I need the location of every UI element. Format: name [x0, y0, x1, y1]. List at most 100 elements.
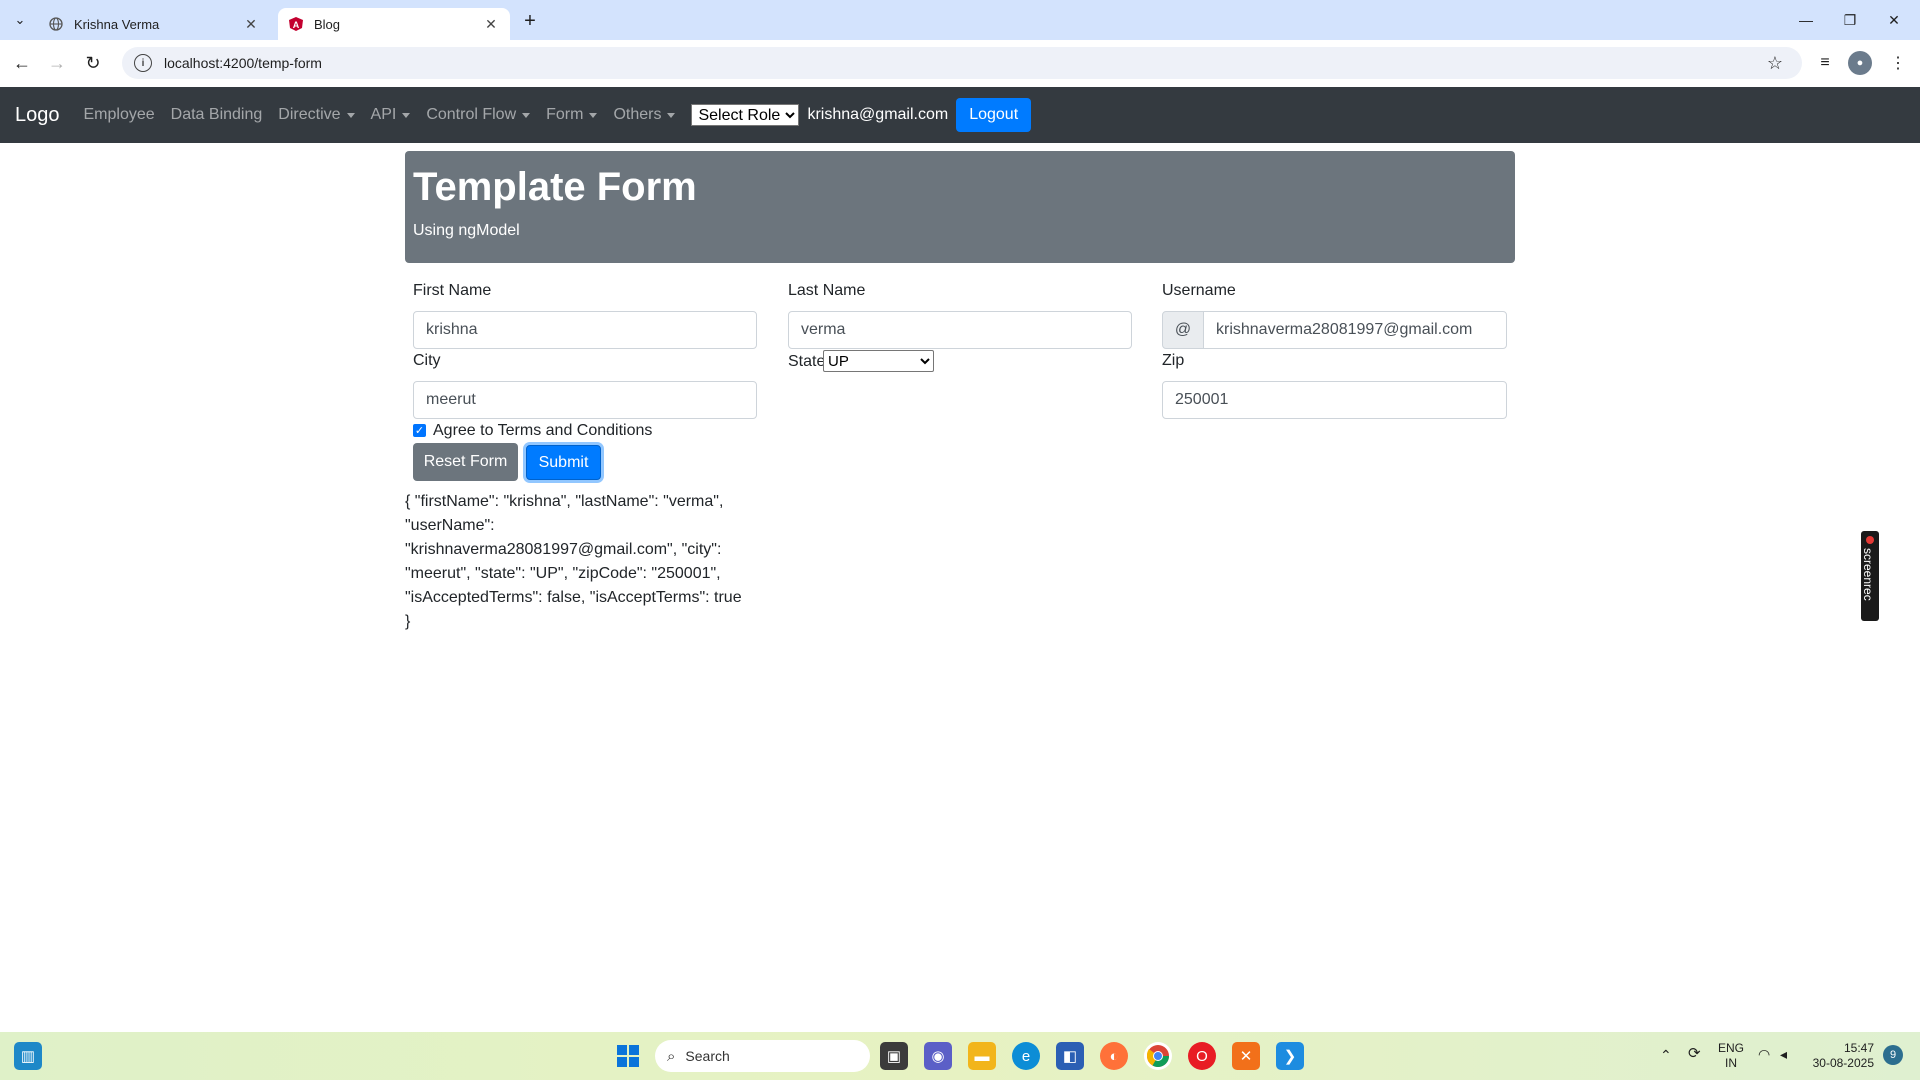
nav-others-dropdown[interactable]: Others — [613, 106, 676, 124]
profile-avatar[interactable]: ● — [1848, 51, 1872, 75]
address-bar[interactable]: i localhost:4200/temp-form — [122, 47, 1802, 79]
first-name-label: First Name — [413, 282, 492, 299]
screenrec-label: screenrec — [1861, 548, 1875, 601]
screenrec-widget[interactable]: screenrec — [1861, 531, 1879, 621]
globe-icon — [48, 16, 64, 32]
at-prepend: @ — [1162, 311, 1204, 349]
terms-checkbox[interactable]: ✓ — [413, 424, 426, 437]
time: 15:47 — [1843, 1041, 1874, 1055]
language-indicator[interactable]: ENG IN — [1716, 1041, 1746, 1071]
page-header: Template Form Using ngModel — [405, 151, 1515, 263]
restore-icon[interactable]: ❐ — [1830, 6, 1870, 34]
more-menu-icon[interactable]: ⋮ — [1884, 49, 1912, 77]
task-view-icon[interactable]: ▣ — [880, 1042, 908, 1070]
nav-label: Control Flow — [426, 106, 517, 123]
caret-down-icon — [667, 112, 676, 118]
browser-tab-krishna-verma[interactable]: Krishna Verma ✕ — [38, 8, 270, 40]
nav-label: Form — [546, 106, 584, 123]
terms-label[interactable]: Agree to Terms and Conditions — [433, 422, 652, 440]
nav-label: API — [370, 106, 397, 123]
close-icon[interactable]: ✕ — [242, 15, 260, 33]
form-json-output: { "firstName": "krishna", "lastName": "v… — [405, 493, 742, 630]
caret-down-icon — [522, 112, 531, 118]
vscode-icon[interactable]: ❯ — [1276, 1042, 1304, 1070]
store-icon[interactable]: ◧ — [1056, 1042, 1084, 1070]
browser-tab-bar: ⌄ Krishna Verma ✕ A Blog ✕ + — ❐ ✕ — [0, 0, 1920, 40]
nav-form-dropdown[interactable]: Form — [546, 106, 598, 124]
browser-tab-blog[interactable]: A Blog ✕ — [278, 8, 510, 40]
submit-button[interactable]: Submit — [526, 445, 601, 480]
teams-icon[interactable]: ◉ — [924, 1042, 952, 1070]
back-arrow-icon[interactable]: ← — [8, 49, 36, 77]
nav-api-dropdown[interactable]: API — [371, 106, 411, 124]
new-tab-plus-icon[interactable]: + — [518, 9, 542, 33]
page-title: Template Form — [413, 165, 697, 209]
username-input[interactable] — [1203, 311, 1507, 349]
nav-data-binding[interactable]: Data Binding — [171, 106, 263, 124]
xampp-icon[interactable]: ✕ — [1232, 1042, 1260, 1070]
zip-label: Zip — [1162, 352, 1185, 369]
sync-icon[interactable]: ⟳ — [1688, 1046, 1701, 1061]
minimize-icon[interactable]: — — [1786, 6, 1826, 34]
nav-employee[interactable]: Employee — [84, 106, 155, 124]
widgets-icon[interactable]: ▥ — [14, 1042, 42, 1070]
file-explorer-icon[interactable]: ▬ — [968, 1042, 996, 1070]
caret-down-icon — [402, 112, 411, 118]
nav-label: Directive — [278, 106, 341, 123]
svg-text:A: A — [293, 20, 300, 30]
bookmark-star-icon[interactable]: ☆ — [1763, 52, 1787, 74]
forward-arrow-icon[interactable]: → — [43, 49, 71, 77]
first-name-input[interactable] — [413, 311, 757, 349]
logout-button[interactable]: Logout — [956, 98, 1032, 132]
username-label: Username — [1162, 282, 1236, 299]
date: 30-08-2025 — [1812, 1056, 1874, 1070]
record-dot-icon — [1866, 536, 1874, 544]
state-label: State — [788, 353, 826, 370]
search-placeholder: Search — [685, 1048, 730, 1064]
chevron-up-icon[interactable]: ⌃ — [1660, 1048, 1672, 1063]
wifi-icon[interactable]: ◠ — [1758, 1047, 1770, 1062]
app-navbar: Logo Employee Data Binding Directive API… — [0, 87, 1920, 143]
last-name-label: Last Name — [788, 282, 866, 299]
media-controls-icon[interactable]: ≡ — [1811, 49, 1839, 77]
notification-badge[interactable]: 9 — [1883, 1045, 1903, 1065]
caret-down-icon — [589, 112, 598, 118]
zip-input[interactable] — [1162, 381, 1507, 419]
state-select[interactable]: UP — [823, 350, 934, 372]
lang-bottom: IN — [1725, 1056, 1737, 1070]
window-close-icon[interactable]: ✕ — [1874, 6, 1914, 34]
caret-down-icon — [346, 112, 355, 118]
clock[interactable]: 15:47 30-08-2025 — [1808, 1041, 1874, 1071]
lang-top: ENG — [1717, 1041, 1744, 1055]
chrome-icon[interactable] — [1144, 1042, 1172, 1070]
taskbar-search[interactable]: ⌕ Search — [655, 1040, 870, 1072]
close-icon[interactable]: ✕ — [482, 15, 500, 33]
tab-search-chevron-icon[interactable]: ⌄ — [8, 8, 32, 32]
user-email: krishna@gmail.com — [807, 106, 949, 123]
volume-icon[interactable]: ◂ — [1780, 1047, 1787, 1062]
site-info-icon[interactable]: i — [134, 54, 152, 72]
firefox-icon[interactable]: ◐ — [1100, 1042, 1128, 1070]
nav-control-flow-dropdown[interactable]: Control Flow — [426, 106, 531, 124]
last-name-input[interactable] — [788, 311, 1132, 349]
nav-directive-dropdown[interactable]: Directive — [278, 106, 355, 124]
tab-title: Blog — [314, 16, 341, 32]
brand-logo[interactable]: Logo — [15, 104, 60, 127]
angular-icon: A — [288, 16, 304, 32]
city-label: City — [413, 352, 441, 369]
role-select[interactable]: Select Role — [691, 104, 800, 126]
opera-icon[interactable]: O — [1188, 1042, 1216, 1070]
search-icon: ⌕ — [667, 1047, 676, 1065]
edge-icon[interactable]: e — [1012, 1042, 1040, 1070]
tab-title: Krishna Verma — [74, 16, 160, 32]
city-input[interactable] — [413, 381, 757, 419]
windows-start-icon[interactable] — [614, 1042, 642, 1070]
taskbar — [0, 1032, 1920, 1080]
page-subtitle: Using ngModel — [413, 222, 520, 239]
url-text: localhost:4200/temp-form — [164, 55, 322, 71]
reset-form-button[interactable]: Reset Form — [413, 443, 518, 481]
nav-label: Others — [613, 106, 662, 123]
reload-icon[interactable]: ↻ — [79, 49, 107, 77]
nav-label: Data Binding — [170, 106, 263, 123]
nav-label: Employee — [83, 106, 155, 123]
